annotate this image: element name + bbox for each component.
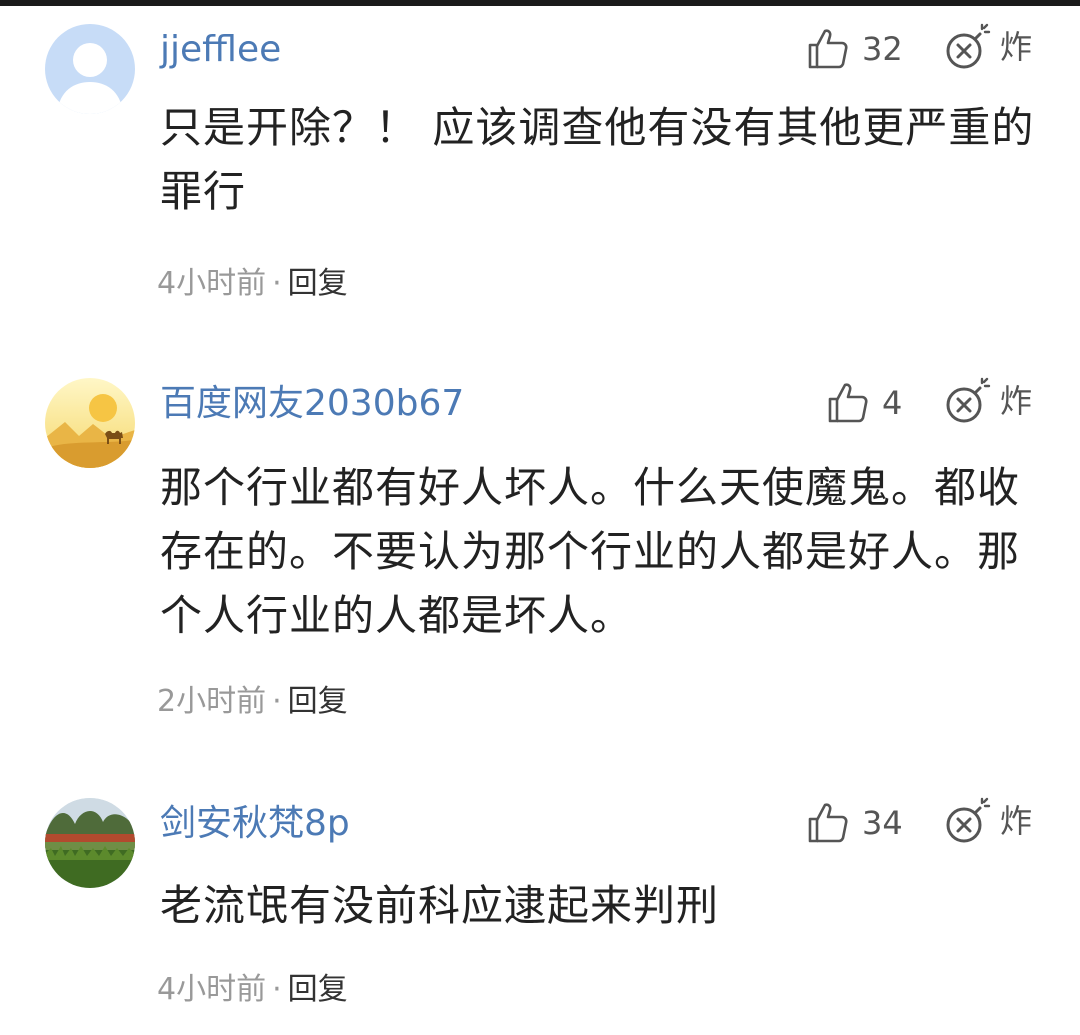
bomb-icon (946, 377, 991, 423)
comment-text: 那个行业都有好人坏人。什么天使魔鬼。都收存在的。不要认为那个行业的人都是好人。那… (160, 463, 1021, 640)
comment-meta: 4小时前 · 回复 (157, 264, 348, 304)
comment-meta: 2小时前 · 回复 (157, 682, 348, 722)
bomb-label: 炸 (1000, 802, 1033, 840)
user-avatar[interactable] (45, 798, 135, 888)
desert-camel-avatar-icon (45, 378, 135, 468)
meta-separator: · (272, 684, 282, 719)
thumbs-up-icon (808, 803, 848, 843)
comment-time: 4小时前 (157, 266, 267, 301)
default-user-avatar-icon (45, 24, 135, 114)
bomb-button[interactable]: 炸 (944, 377, 1033, 424)
like-button[interactable]: 34 (806, 800, 903, 846)
user-avatar[interactable] (45, 378, 135, 468)
comment-username[interactable]: 剑安秋梵8p (160, 802, 350, 846)
like-button[interactable]: 32 (806, 26, 903, 72)
comment-text: 老流氓有没前科应逮起来判刑 (160, 881, 720, 930)
like-count: 32 (862, 30, 903, 68)
comment-time: 2小时前 (157, 684, 267, 719)
bomb-label: 炸 (1000, 28, 1033, 66)
comment-meta: 4小时前 · 回复 (157, 970, 348, 1010)
reply-button[interactable]: 回复 (288, 266, 348, 301)
garden-photo-avatar-icon (45, 798, 135, 888)
bomb-label: 炸 (1000, 382, 1033, 420)
like-count: 4 (882, 384, 903, 422)
comment-username[interactable]: 百度网友2030b67 (160, 382, 464, 426)
like-button[interactable]: 4 (826, 380, 902, 426)
bomb-button[interactable]: 炸 (944, 797, 1033, 844)
meta-separator: · (272, 266, 282, 301)
bomb-icon (946, 23, 991, 69)
reply-button[interactable]: 回复 (288, 972, 348, 1007)
comment-text: 只是开除？！ 应该调查他有没有其他更严重的罪行 (160, 103, 1035, 216)
meta-separator: · (272, 972, 282, 1007)
bomb-button[interactable]: 炸 (944, 23, 1033, 70)
bomb-icon (946, 797, 991, 843)
like-count: 34 (862, 804, 903, 842)
status-bar-edge (0, 0, 1080, 6)
comment-time: 4小时前 (157, 972, 267, 1007)
reply-button[interactable]: 回复 (288, 684, 348, 719)
thumbs-up-icon (808, 29, 848, 69)
thumbs-up-icon (828, 383, 868, 423)
comment-username[interactable]: jjefflee (160, 28, 281, 72)
user-avatar[interactable] (45, 24, 135, 114)
